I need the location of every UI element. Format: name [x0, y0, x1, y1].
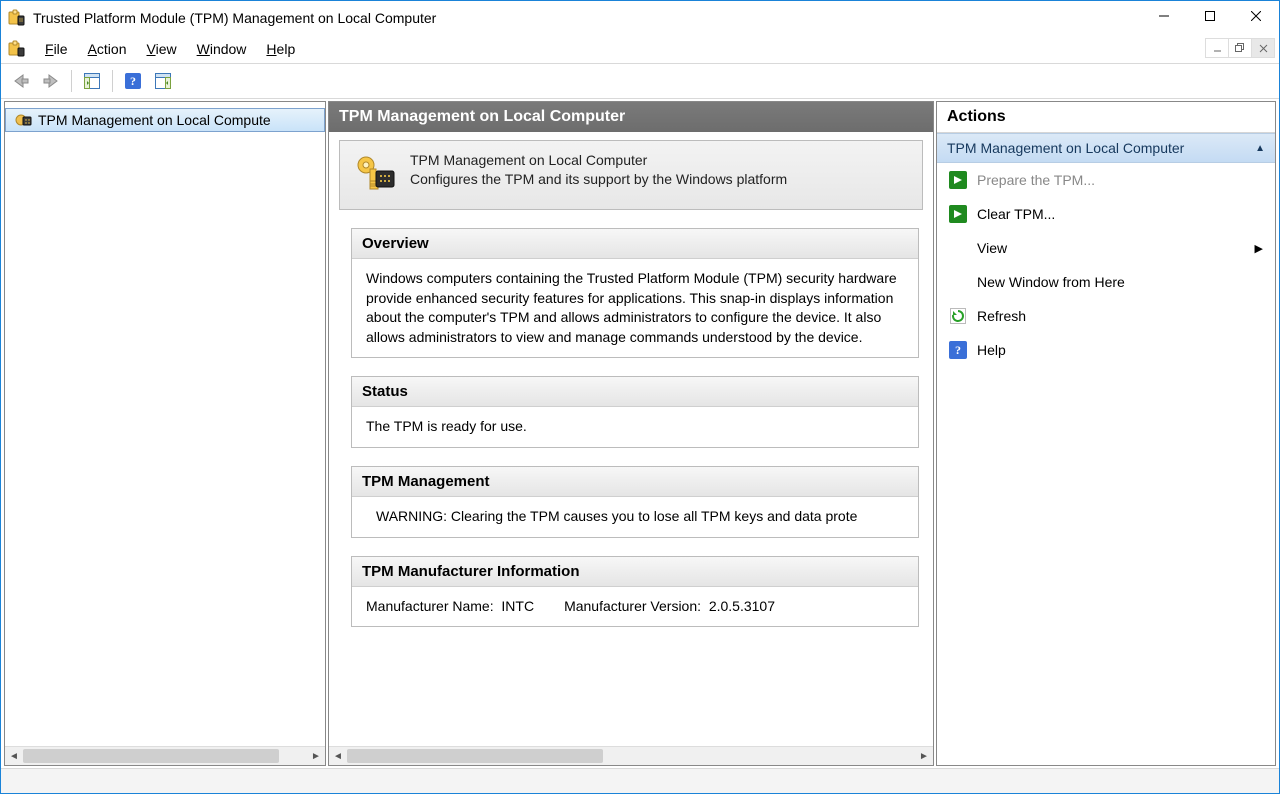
scroll-left-icon[interactable]: ◄	[329, 747, 347, 765]
details-header: TPM Management on Local Computer	[329, 102, 933, 132]
show-hide-action-pane-button[interactable]	[149, 67, 177, 95]
menu-help[interactable]: Help	[256, 37, 305, 61]
scroll-right-icon[interactable]: ►	[307, 747, 325, 765]
help-icon: ?	[949, 341, 967, 359]
tpm-key-chip-icon	[352, 151, 396, 195]
tree-item-label: TPM Management on Local Compute	[38, 112, 271, 128]
maximize-button[interactable]	[1187, 1, 1233, 31]
close-button[interactable]	[1233, 1, 1279, 31]
titlebar: Trusted Platform Module (TPM) Management…	[1, 1, 1279, 35]
section-overview: Overview Windows computers containing th…	[351, 228, 919, 358]
action-help[interactable]: ? Help	[937, 333, 1275, 367]
action-group-title: TPM Management on Local Computer	[947, 140, 1184, 156]
blank-icon	[949, 273, 967, 291]
section-status: Status The TPM is ready for use.	[351, 376, 919, 448]
section-header: Status	[352, 377, 918, 407]
action-clear-tpm[interactable]: Clear TPM...	[937, 197, 1275, 231]
help-button[interactable]: ?	[119, 67, 147, 95]
tpm-node-icon	[14, 111, 32, 129]
svg-text:?: ?	[130, 74, 136, 88]
manu-name-label: Manufacturer Name:	[366, 598, 494, 614]
toolbar-separator	[71, 70, 72, 92]
section-manufacturer-info: TPM Manufacturer Information Manufacture…	[351, 556, 919, 628]
manu-name-value: INTC	[501, 598, 534, 614]
summary-text: TPM Management on Local Computer Configu…	[410, 151, 787, 189]
action-prepare-tpm: Prepare the TPM...	[937, 163, 1275, 197]
action-new-window[interactable]: New Window from Here	[937, 265, 1275, 299]
summary-box: TPM Management on Local Computer Configu…	[339, 140, 923, 210]
details-pane: TPM Management on Local Computer	[328, 101, 934, 766]
statusbar	[1, 768, 1279, 793]
mdi-minimize-button[interactable]	[1206, 39, 1228, 57]
manufacturer-row: Manufacturer Name: INTC Manufacturer Ver…	[366, 597, 904, 617]
summary-line2: Configures the TPM and its support by th…	[410, 170, 787, 189]
window-controls	[1141, 1, 1279, 35]
manu-version-value: 2.0.5.3107	[709, 598, 775, 614]
minimize-button[interactable]	[1141, 1, 1187, 31]
summary-line1: TPM Management on Local Computer	[410, 151, 787, 170]
content-area: TPM Management on Local Compute ◄ ► TPM …	[1, 99, 1279, 768]
toolbar: ?	[1, 63, 1279, 99]
overview-text: Windows computers containing the Trusted…	[352, 259, 918, 357]
menubar: File Action View Window Help	[1, 35, 1279, 63]
toolbar-separator	[112, 70, 113, 92]
menu-file[interactable]: File	[35, 37, 78, 61]
section-tpm-management: TPM Management WARNING: Clearing the TPM…	[351, 466, 919, 538]
tree-pane: TPM Management on Local Compute ◄ ►	[4, 101, 326, 766]
scroll-left-icon[interactable]: ◄	[5, 747, 23, 765]
action-label: Prepare the TPM...	[977, 172, 1095, 188]
menu-window[interactable]: Window	[187, 37, 257, 61]
back-button[interactable]	[7, 67, 35, 95]
action-refresh[interactable]: Refresh	[937, 299, 1275, 333]
refresh-icon	[949, 307, 967, 325]
tree-horizontal-scrollbar[interactable]: ◄ ►	[5, 746, 325, 765]
actions-pane: Actions TPM Management on Local Computer…	[936, 101, 1276, 766]
mdi-controls	[1205, 38, 1275, 58]
collapse-icon: ▲	[1255, 143, 1265, 154]
mmc-window: Trusted Platform Module (TPM) Management…	[0, 0, 1280, 794]
app-icon	[7, 9, 25, 27]
tree-root: TPM Management on Local Compute	[5, 102, 325, 746]
console-icon	[7, 40, 25, 58]
show-hide-tree-button[interactable]	[78, 67, 106, 95]
action-label: Clear TPM...	[977, 206, 1055, 222]
status-text: The TPM is ready for use.	[352, 407, 918, 447]
section-header: Overview	[352, 229, 918, 259]
details-horizontal-scrollbar[interactable]: ◄ ►	[329, 746, 933, 765]
menu-action[interactable]: Action	[78, 37, 137, 61]
tree-item-tpm-root[interactable]: TPM Management on Local Compute	[5, 108, 325, 132]
action-label: New Window from Here	[977, 274, 1125, 290]
actions-pane-title: Actions	[937, 102, 1275, 133]
tpm-management-warning: WARNING: Clearing the TPM causes you to …	[352, 497, 918, 537]
mdi-restore-button[interactable]	[1228, 39, 1251, 57]
action-label: View	[977, 240, 1007, 256]
menu-view[interactable]: View	[137, 37, 187, 61]
action-view-submenu[interactable]: View ▶	[937, 231, 1275, 265]
section-header: TPM Management	[352, 467, 918, 497]
submenu-chevron-icon: ▶	[1255, 242, 1263, 255]
window-title: Trusted Platform Module (TPM) Management…	[33, 10, 1141, 26]
blank-icon	[949, 239, 967, 257]
details-body: TPM Management on Local Computer Configu…	[329, 132, 933, 746]
green-arrow-icon	[949, 171, 967, 189]
forward-button[interactable]	[37, 67, 65, 95]
scroll-right-icon[interactable]: ►	[915, 747, 933, 765]
action-group-header[interactable]: TPM Management on Local Computer ▲	[937, 133, 1275, 163]
svg-text:?: ?	[955, 343, 961, 357]
manu-version-label: Manufacturer Version:	[564, 598, 701, 614]
section-header: TPM Manufacturer Information	[352, 557, 918, 587]
action-label: Help	[977, 342, 1006, 358]
action-label: Refresh	[977, 308, 1026, 324]
mdi-close-button[interactable]	[1251, 39, 1274, 57]
green-arrow-icon	[949, 205, 967, 223]
